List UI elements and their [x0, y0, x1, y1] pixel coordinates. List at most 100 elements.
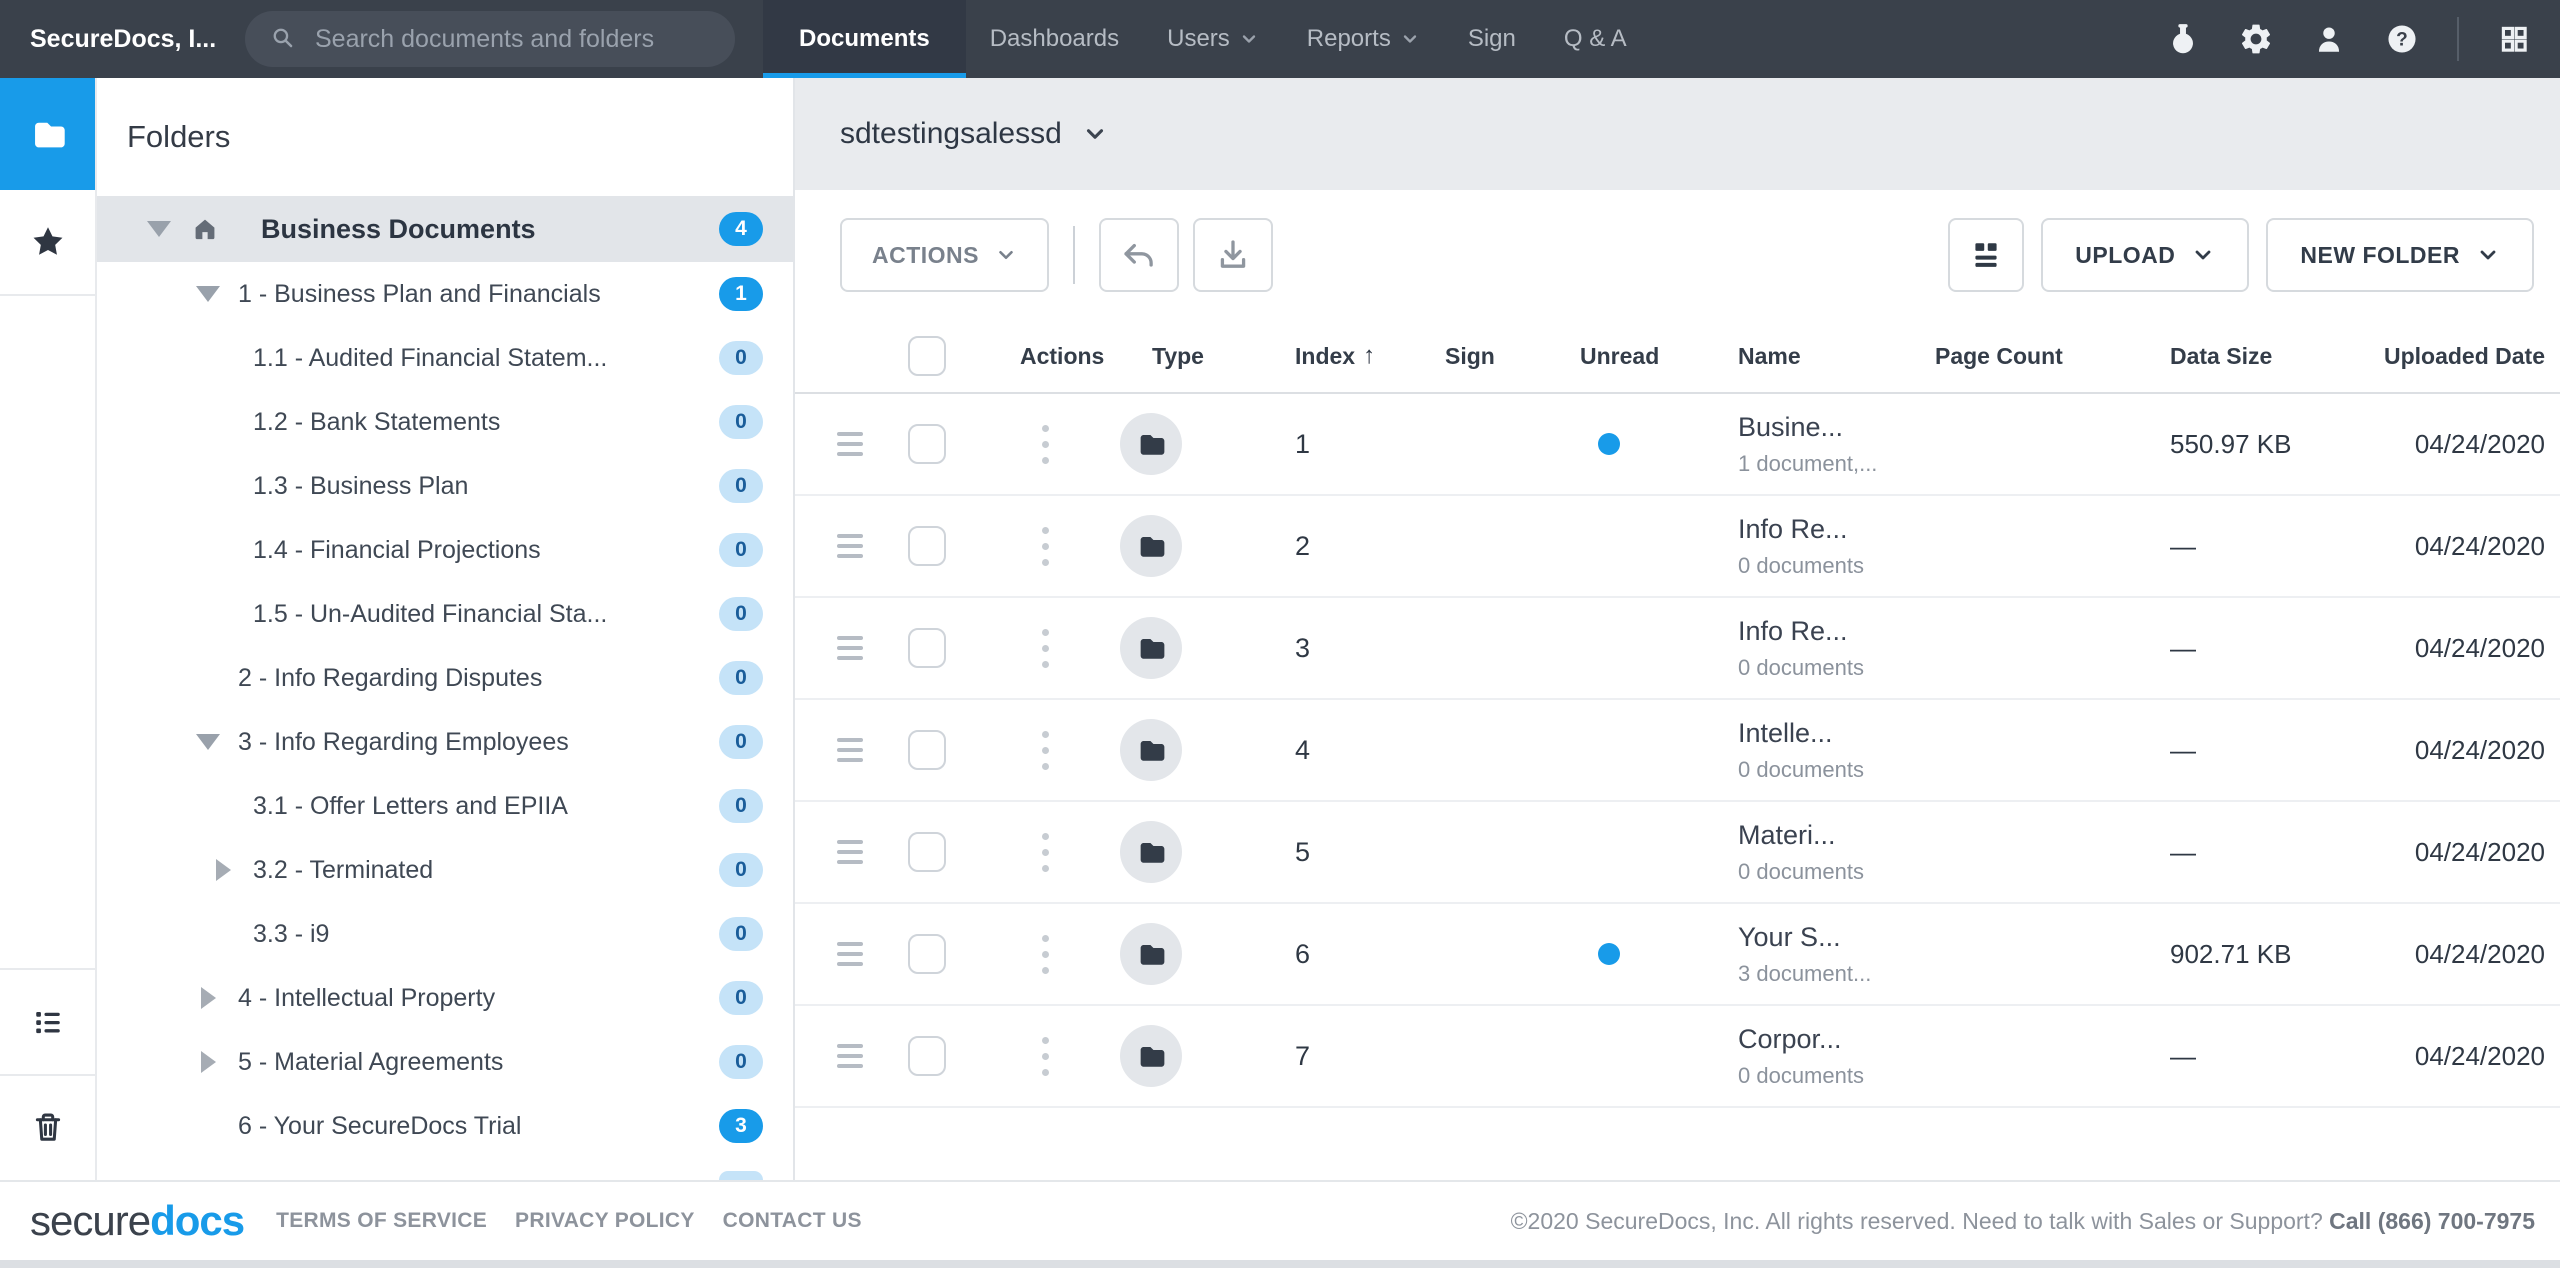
settings-gear-button[interactable] — [2238, 21, 2274, 57]
column-header-uploaded-date[interactable]: Uploaded Date — [2315, 343, 2560, 370]
table-row[interactable]: 7 Corpor... 0 documents — 04/24/2020 — [795, 1006, 2560, 1108]
column-header-name[interactable]: Name — [1715, 343, 1925, 370]
folder-tree-item-1-3-business-plan[interactable]: 1.3 - Business Plan 0 — [97, 454, 793, 518]
lab-flask-button[interactable] — [2165, 21, 2201, 57]
tree-expander-icon[interactable] — [196, 1052, 220, 1072]
tab-reports[interactable]: Reports — [1283, 0, 1444, 78]
drag-handle-icon[interactable] — [837, 840, 863, 864]
column-header-index[interactable]: Index ↑ — [1275, 342, 1425, 370]
row-name-cell[interactable]: Busine... 1 document,... — [1715, 412, 1925, 477]
column-header-type[interactable]: Type — [1120, 343, 1275, 370]
table-row[interactable]: 6 Your S... 3 document... 902.71 KB 04/2… — [795, 904, 2560, 1006]
tree-expander-icon — [211, 604, 235, 624]
row-checkbox[interactable] — [908, 424, 946, 464]
row-actions-menu-icon[interactable] — [1042, 1037, 1050, 1076]
row-checkbox[interactable] — [908, 934, 946, 974]
row-name-cell[interactable]: Corpor... 0 documents — [1715, 1024, 1925, 1089]
drag-handle-icon[interactable] — [837, 432, 863, 456]
tree-expander-icon — [196, 1116, 220, 1136]
tree-expander-icon[interactable] — [147, 219, 171, 239]
row-name-cell[interactable]: Info Re... 0 documents — [1715, 514, 1925, 579]
tab-documents[interactable]: Documents — [763, 0, 966, 78]
tab-users[interactable]: Users — [1143, 0, 1283, 78]
search-input[interactable] — [313, 24, 711, 55]
row-name: Info Re... — [1738, 514, 1925, 545]
folder-tree-item-6-your-securedocs-trial[interactable]: 6 - Your SecureDocs Trial 3 — [97, 1094, 793, 1158]
column-header-page-count[interactable]: Page Count — [1925, 343, 2170, 370]
new-folder-button[interactable]: NEW FOLDER — [2266, 218, 2534, 292]
help-button[interactable] — [2384, 21, 2420, 57]
row-checkbox[interactable] — [908, 526, 946, 566]
tree-expander-icon[interactable] — [196, 988, 220, 1008]
tab-q-a[interactable]: Q & A — [1540, 0, 1651, 78]
drag-handle-icon[interactable] — [837, 738, 863, 762]
undo-button[interactable] — [1099, 218, 1179, 292]
row-actions-menu-icon[interactable] — [1042, 833, 1050, 872]
rail-folders-button[interactable] — [0, 78, 95, 190]
drag-handle-icon[interactable] — [837, 1044, 863, 1068]
rail-trash-button[interactable] — [0, 1074, 95, 1180]
tree-expander-icon[interactable] — [196, 732, 220, 752]
table-row[interactable]: 2 Info Re... 0 documents — 04/24/2020 — [795, 496, 2560, 598]
folder-tree-item-1-5-un-audited-financial-sta[interactable]: 1.5 - Un-Audited Financial Sta... 0 — [97, 582, 793, 646]
row-name-cell[interactable]: Materi... 0 documents — [1715, 820, 1925, 885]
drag-handle-icon[interactable] — [837, 942, 863, 966]
folder-tree-item-3-3-i9[interactable]: 3.3 - i9 0 — [97, 902, 793, 966]
row-checkbox[interactable] — [908, 832, 946, 872]
tree-expander-icon[interactable] — [196, 284, 220, 304]
column-header-actions[interactable]: Actions — [1020, 343, 1120, 370]
row-actions-menu-icon[interactable] — [1042, 731, 1050, 770]
table-row[interactable]: 3 Info Re... 0 documents — 04/24/2020 — [795, 598, 2560, 700]
row-name-cell[interactable]: Your S... 3 document... — [1715, 922, 1925, 987]
row-checkbox[interactable] — [908, 628, 946, 668]
row-name-cell[interactable]: Intelle... 0 documents — [1715, 718, 1925, 783]
column-header-unread[interactable]: Unread — [1565, 343, 1715, 370]
row-index: 3 — [1275, 633, 1425, 664]
folder-tree-item-business-documents[interactable]: Business Documents 4 — [97, 196, 793, 262]
folder-tree-item-2-info-regarding-disputes[interactable]: 2 - Info Regarding Disputes 0 — [97, 646, 793, 710]
rail-favorites-button[interactable] — [0, 190, 95, 296]
folder-tree-item-1-business-plan-and-financials[interactable]: 1 - Business Plan and Financials 1 — [97, 262, 793, 326]
upload-label: UPLOAD — [2075, 242, 2175, 269]
tree-expander-icon[interactable] — [211, 860, 235, 880]
user-profile-button[interactable] — [2311, 21, 2347, 57]
folder-tree-item-5-material-agreements[interactable]: 5 - Material Agreements 0 — [97, 1030, 793, 1094]
drag-handle-icon[interactable] — [837, 534, 863, 558]
download-button[interactable] — [1193, 218, 1273, 292]
row-checkbox[interactable] — [908, 1036, 946, 1076]
folder-tree-item-1-1-audited-financial-statem[interactable]: 1.1 - Audited Financial Statem... 0 — [97, 326, 793, 390]
folder-tree-item-1-4-financial-projections[interactable]: 1.4 - Financial Projections 0 — [97, 518, 793, 582]
drag-handle-icon[interactable] — [837, 636, 863, 660]
folder-tree-item-3-info-regarding-employees[interactable]: 3 - Info Regarding Employees 0 — [97, 710, 793, 774]
row-name: Materi... — [1738, 820, 1925, 851]
column-header-data-size[interactable]: Data Size — [2170, 343, 2315, 370]
folder-tree-item-3-2-terminated[interactable]: 3.2 - Terminated 0 — [97, 838, 793, 902]
row-actions-menu-icon[interactable] — [1042, 425, 1050, 464]
card-view-toggle-button[interactable] — [1948, 218, 2024, 292]
folder-tree-item-3-1-offer-letters-and-epiia[interactable]: 3.1 - Offer Letters and EPIIA 0 — [97, 774, 793, 838]
footer-link-privacy-policy[interactable]: PRIVACY POLICY — [515, 1209, 695, 1233]
folder-tree-item-4-intellectual-property[interactable]: 4 - Intellectual Property 0 — [97, 966, 793, 1030]
row-index: 1 — [1275, 429, 1425, 460]
table-row[interactable]: 1 Busine... 1 document,... 550.97 KB 04/… — [795, 394, 2560, 496]
select-all-checkbox[interactable] — [908, 336, 946, 376]
dataroom-selector[interactable]: sdtestingsalessd — [840, 117, 1108, 151]
row-actions-menu-icon[interactable] — [1042, 935, 1050, 974]
column-header-sign[interactable]: Sign — [1425, 343, 1565, 370]
rail-activity-button[interactable] — [0, 968, 95, 1074]
tab-dashboards[interactable]: Dashboards — [966, 0, 1143, 78]
footer-link-contact-us[interactable]: CONTACT US — [723, 1209, 862, 1233]
search-box[interactable] — [245, 11, 735, 67]
table-row[interactable]: 4 Intelle... 0 documents — 04/24/2020 — [795, 700, 2560, 802]
tab-sign[interactable]: Sign — [1444, 0, 1540, 78]
upload-button[interactable]: UPLOAD — [2041, 218, 2249, 292]
row-checkbox[interactable] — [908, 730, 946, 770]
row-name-cell[interactable]: Info Re... 0 documents — [1715, 616, 1925, 681]
row-actions-menu-icon[interactable] — [1042, 629, 1050, 668]
table-row[interactable]: 5 Materi... 0 documents — 04/24/2020 — [795, 802, 2560, 904]
folder-tree-item-1-2-bank-statements[interactable]: 1.2 - Bank Statements 0 — [97, 390, 793, 454]
actions-button[interactable]: ACTIONS — [840, 218, 1049, 292]
app-switcher-button[interactable] — [2496, 21, 2532, 57]
row-actions-menu-icon[interactable] — [1042, 527, 1050, 566]
footer-link-terms-of-service[interactable]: TERMS OF SERVICE — [276, 1209, 487, 1233]
